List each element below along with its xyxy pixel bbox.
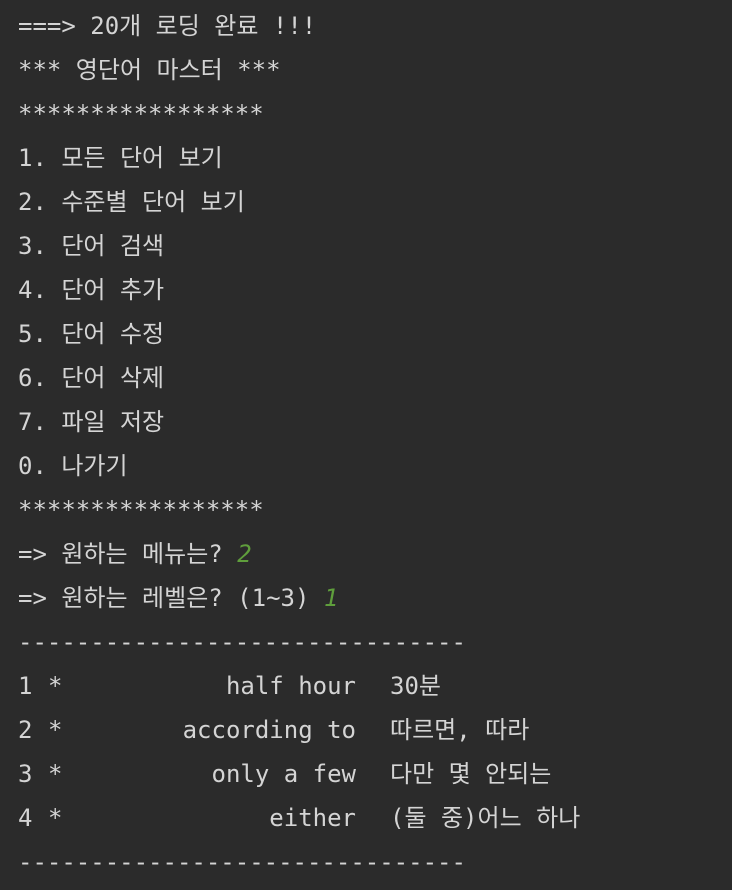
word-korean: (둘 중)어느 하나 (390, 804, 581, 832)
word-korean: 다만 몇 안되는 (390, 760, 552, 788)
word-row: 4 * either (둘 중)어느 하나 (0, 796, 732, 840)
word-row: 2 * according to 따르면, 따라 (0, 708, 732, 752)
word-korean: 30분 (390, 672, 441, 700)
word-level-star: * (48, 804, 63, 832)
menu-item-search: 3. 단어 검색 (18, 232, 165, 260)
menu-prompt: => 원하는 메뉴는? (18, 540, 238, 568)
level-prompt: => 원하는 레벨은? (1~3) (18, 584, 324, 612)
word-number: 4 (18, 804, 33, 832)
word-row: 1 * half hour 30분 (0, 664, 732, 708)
star-separator-top: ***************** (18, 100, 264, 128)
menu-item-delete: 6. 단어 삭제 (18, 364, 165, 392)
word-level-star: * (48, 760, 63, 788)
dash-separator-bottom: ------------------------------- (18, 848, 466, 876)
menu-item-view-all: 1. 모든 단어 보기 (18, 144, 223, 172)
word-english: either (269, 804, 356, 832)
menu-item-add: 4. 단어 추가 (18, 276, 165, 304)
menu-input: 2 (237, 540, 252, 568)
word-number: 2 (18, 716, 33, 744)
word-number: 1 (18, 672, 33, 700)
menu-item-exit: 0. 나가기 (18, 452, 128, 480)
menu-prompt-line: => 원하는 메뉴는? 2 (0, 532, 732, 576)
word-level-star: * (48, 672, 63, 700)
dash-separator-top: ------------------------------- (18, 628, 466, 656)
star-separator-bottom: ***************** (18, 496, 264, 524)
word-level-star: * (48, 716, 63, 744)
word-number: 3 (18, 760, 33, 788)
menu-item-view-by-level: 2. 수준별 단어 보기 (18, 188, 245, 216)
menu-item-edit: 5. 단어 수정 (18, 320, 165, 348)
level-prompt-line: => 원하는 레벨은? (1~3) 1 (0, 576, 732, 620)
level-input: 1 (323, 584, 339, 612)
word-row: 3 * only a few 다만 몇 안되는 (0, 752, 732, 796)
word-english: according to (182, 716, 356, 744)
app-title: *** 영단어 마스터 *** (18, 56, 281, 84)
menu-item-save-file: 7. 파일 저장 (18, 408, 165, 436)
word-english: only a few (211, 760, 357, 788)
console-output[interactable]: ===> 20개 로딩 완료 !!! *** 영단어 마스터 *** *****… (0, 0, 732, 890)
word-english: half hour (225, 672, 356, 700)
word-korean: 따르면, 따라 (390, 716, 530, 744)
loading-message: ===> 20개 로딩 완료 !!! (18, 12, 317, 40)
